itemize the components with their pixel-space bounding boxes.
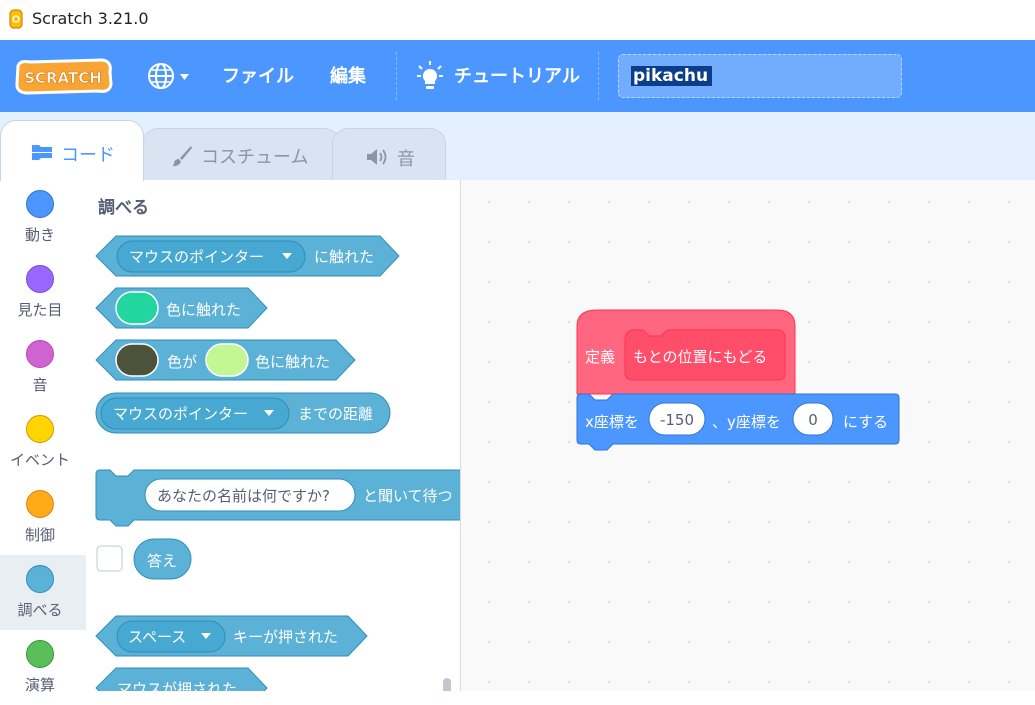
go-to-end-label: にする (843, 413, 889, 431)
category-sensing-label: 調べる (17, 601, 63, 619)
window-title-bar: Scratch 3.21.0 (0, 0, 1035, 40)
edit-menu[interactable]: 編集 (330, 62, 366, 88)
color-swatch[interactable] (115, 343, 159, 377)
category-sensing-dot (26, 565, 54, 593)
tab-costumes-label: コスチューム (201, 147, 309, 168)
category-sound-dot (26, 340, 54, 368)
key-pressed-label: キーが押された (233, 628, 339, 646)
block-palette: 調べる マウスのポインター に触れた 色に触れた 色が 色に触れた マウスのポイ… (86, 180, 461, 691)
ask-label: と聞いて待つ (363, 487, 453, 505)
language-globe-icon[interactable] (146, 61, 190, 91)
tab-code-label: コード (61, 145, 115, 166)
project-title-text: pikachu (631, 66, 713, 86)
workspace-blocks-canvas (576, 309, 900, 451)
category-operators-label: 演算 (24, 676, 55, 694)
key-menu-text: スペース (128, 628, 187, 646)
category-looks-dot (26, 265, 54, 293)
touching-label: に触れた (314, 248, 375, 266)
project-title-input[interactable]: pikachu (618, 54, 902, 98)
scratch-logo[interactable]: SCRATCH (12, 56, 114, 96)
menu-divider (598, 52, 599, 100)
answer-label: 答え (147, 552, 178, 570)
editor-tabs-row: コード コスチューム 音 (0, 112, 1035, 181)
category-motion-dot (26, 190, 54, 218)
color-touching-label-1: 色が (167, 353, 198, 371)
palette-scrollbar[interactable] (443, 678, 451, 691)
speaker-icon (367, 149, 387, 165)
go-to-x-label: x座標を (585, 413, 639, 431)
ask-question-text: あなたの名前は何ですか? (157, 487, 330, 505)
define-label: 定義 (585, 348, 616, 366)
go-to-y-label: 、y座標を (712, 413, 781, 431)
tutorials-menu[interactable]: チュートリアル (454, 62, 580, 88)
distance-label: までの距離 (298, 405, 374, 423)
color-swatch[interactable] (115, 291, 159, 325)
category-events-label: イベント (9, 451, 70, 469)
menu-bar: SCRATCH ファイル 編集 チュートリアル pikachu (0, 40, 1035, 112)
touching-color-label: 色に触れた (166, 301, 242, 319)
category-sound[interactable]: 音 (0, 330, 86, 405)
code-blocks-icon (32, 145, 52, 160)
category-control[interactable]: 制御 (0, 480, 86, 555)
category-sound-label: 音 (32, 376, 48, 394)
scratch-app-icon (9, 9, 23, 29)
color-swatch[interactable] (205, 343, 249, 377)
y-coordinate-value: 0 (808, 411, 818, 429)
category-motion-label: 動き (24, 226, 55, 244)
category-events[interactable]: イベント (0, 405, 86, 480)
category-control-label: 制御 (24, 526, 55, 544)
tab-costumes[interactable]: コスチューム (142, 128, 340, 180)
window-title: Scratch 3.21.0 (32, 9, 149, 28)
custom-block-name: もとの位置にもどる (633, 348, 768, 366)
file-menu[interactable]: ファイル (222, 62, 294, 88)
category-looks[interactable]: 見た目 (0, 255, 86, 330)
menu-divider (396, 52, 397, 100)
tab-sounds[interactable]: 音 (332, 128, 446, 180)
mouse-down-label: マウスが押された (117, 680, 238, 691)
color-touching-label-2: 色に触れた (255, 353, 331, 371)
category-operators-dot (26, 640, 54, 668)
svg-text:SCRATCH: SCRATCH (24, 69, 102, 87)
category-menu: 動き 見た目 音 イベント 制御 調べる 演算 (0, 180, 87, 694)
distance-menu-text: マウスのポインター (113, 405, 249, 423)
tab-code[interactable]: コード (0, 120, 144, 181)
category-control-dot (26, 490, 54, 518)
tab-sounds-label: 音 (397, 149, 415, 170)
brush-icon (172, 146, 192, 167)
lightbulb-icon[interactable] (416, 60, 444, 92)
category-sensing[interactable]: 調べる (0, 555, 86, 630)
category-events-dot (26, 415, 54, 443)
category-operators[interactable]: 演算 (0, 630, 86, 705)
touching-menu-text: マウスのポインター (129, 248, 265, 266)
category-looks-label: 見た目 (17, 301, 63, 319)
answer-monitor-checkbox[interactable] (96, 545, 123, 572)
category-motion[interactable]: 動き (0, 180, 86, 255)
x-coordinate-value: -150 (659, 411, 695, 429)
script-workspace[interactable]: 定義 もとの位置にもどる x座標を -150 、y座標を 0 にする (461, 180, 1035, 691)
